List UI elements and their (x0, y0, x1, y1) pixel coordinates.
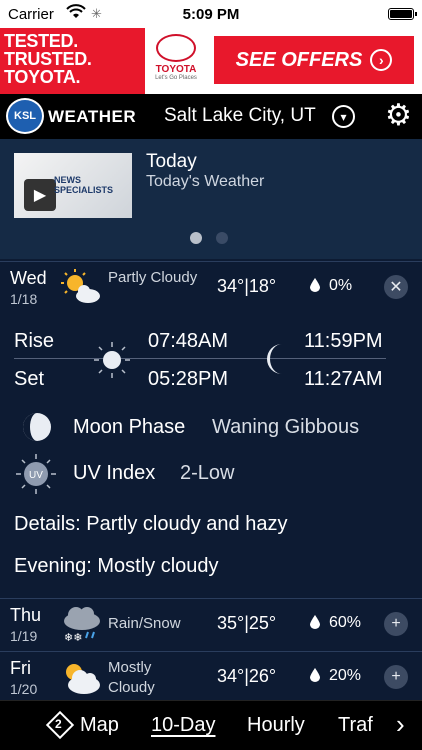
day-condition: Partly Cloudy (108, 269, 198, 286)
partly-cloudy-icon (61, 269, 100, 303)
bottom-tab-bar: 2 Map 10-Day Hourly Traf › (0, 700, 422, 750)
moon-icon (267, 344, 282, 374)
sunrise-time: 07:48AM (148, 330, 229, 352)
precip-drop-icon (310, 278, 320, 292)
video-subtitle: Today's Weather (146, 173, 265, 190)
day-date: 1/19 (10, 628, 38, 644)
battery-icon (388, 8, 417, 20)
video-card[interactable]: ▶ NEWS SPECIALISTS Today Today's Weather (0, 139, 422, 259)
status-bar: Carrier ✳ 5:09 PM (0, 0, 422, 28)
moonrise-time: 11:59PM (304, 330, 383, 352)
day-details-panel: Rise Set 07:48AM 05:28PM 11:59PM 11:27AM… (0, 310, 422, 600)
rain-snow-icon: ❄❄ (64, 607, 100, 643)
moon-phase-value: Waning Gibbous (212, 416, 360, 438)
expand-button[interactable]: + (384, 612, 408, 636)
see-offers-button[interactable]: SEE OFFERS › (214, 36, 414, 84)
ad-brand: TOYOTA (155, 64, 197, 75)
set-label: Set (14, 368, 45, 390)
settings-gear-icon[interactable]: ⚙ (385, 101, 412, 131)
chevron-right-icon[interactable]: › (396, 709, 405, 740)
ksl-logo: KSL (6, 98, 44, 134)
chevron-right-icon: › (370, 49, 393, 71)
uv-badge-text: UV (29, 470, 43, 481)
day-name: Wed (10, 268, 47, 288)
map-badge-number: 2 (55, 717, 62, 731)
app-header: KSL WEATHER Salt Lake City, UT ▾ ⚙ (0, 94, 422, 139)
carousel-dot-active[interactable] (190, 232, 202, 244)
uv-index-label: UV Index (73, 462, 156, 484)
day-temps: 34°|26° (217, 666, 277, 686)
day-temps: 34°|18° (217, 276, 277, 296)
moon-phase-icon (23, 413, 51, 441)
carousel-dot[interactable] (216, 232, 228, 244)
forecast-row-thu[interactable]: Thu 1/19 ❄❄ Rain/Snow 35°|25° 60% + (0, 598, 422, 650)
location-selector[interactable]: Salt Lake City, UT (164, 105, 316, 127)
video-thumbnail[interactable]: ▶ NEWS SPECIALISTS (14, 153, 132, 218)
ad-banner[interactable]: TESTED. TRUSTED. TOYOTA. TOYOTA Let's Go… (0, 28, 422, 94)
mostly-cloudy-icon (66, 664, 100, 694)
moon-phase-label: Moon Phase (73, 416, 186, 438)
rise-label: Rise (14, 330, 55, 352)
day-condition: Mostly Cloudy (108, 659, 155, 696)
day-temps: 35°|25° (217, 613, 277, 633)
status-time: 5:09 PM (182, 6, 240, 23)
sunset-time: 05:28PM (148, 368, 229, 390)
day-precip: 20% (329, 667, 362, 684)
day-date: 1/20 (10, 681, 38, 697)
carousel-dots[interactable] (190, 232, 228, 244)
day-condition: Rain/Snow (108, 615, 181, 632)
uv-index-value: 2-Low (180, 462, 235, 484)
uv-index-icon: UV (16, 454, 56, 494)
day-precip: 0% (329, 277, 353, 294)
app-title: WEATHER (48, 107, 137, 126)
tab-10-day[interactable]: 10-Day (151, 714, 215, 737)
tab-map[interactable]: Map (80, 714, 119, 737)
forecast-row-wed[interactable]: Wed 1/18 Partly Cloudy 34°|18° 0% ✕ (0, 261, 422, 311)
forecast-row-fri[interactable]: Fri 1/20 Mostly Cloudy 34°|26° 20% + (0, 651, 422, 701)
moonset-time: 11:27AM (304, 368, 383, 390)
thumb-caption: NEWS SPECIALISTS (54, 175, 114, 195)
collapse-button[interactable]: ✕ (384, 275, 408, 299)
svg-text:❄❄: ❄❄ (64, 631, 82, 643)
ad-headline: TESTED. TRUSTED. TOYOTA. (0, 28, 145, 94)
chevron-down-icon[interactable]: ▾ (332, 105, 355, 128)
horizon-divider (14, 358, 386, 359)
precip-drop-icon (310, 615, 320, 629)
tab-hourly[interactable]: Hourly (247, 714, 305, 737)
sun-icon (94, 342, 130, 378)
details-text: Details: Partly cloudy and hazy (14, 513, 288, 535)
day-name: Fri (10, 658, 31, 678)
see-offers-label: SEE OFFERS (235, 48, 363, 71)
play-icon[interactable]: ▶ (24, 179, 56, 211)
evening-text: Evening: Mostly cloudy (14, 555, 219, 577)
tab-traffic[interactable]: Traf (338, 714, 373, 737)
video-title: Today (146, 151, 197, 172)
day-name: Thu (10, 605, 42, 625)
day-precip: 60% (329, 614, 362, 631)
precip-drop-icon (310, 668, 320, 682)
toyota-logo: TOYOTA Let's Go Places (145, 28, 207, 94)
expand-button[interactable]: + (384, 665, 408, 689)
day-date: 1/18 (10, 291, 38, 307)
ad-tagline: Let's Go Places (155, 75, 197, 81)
